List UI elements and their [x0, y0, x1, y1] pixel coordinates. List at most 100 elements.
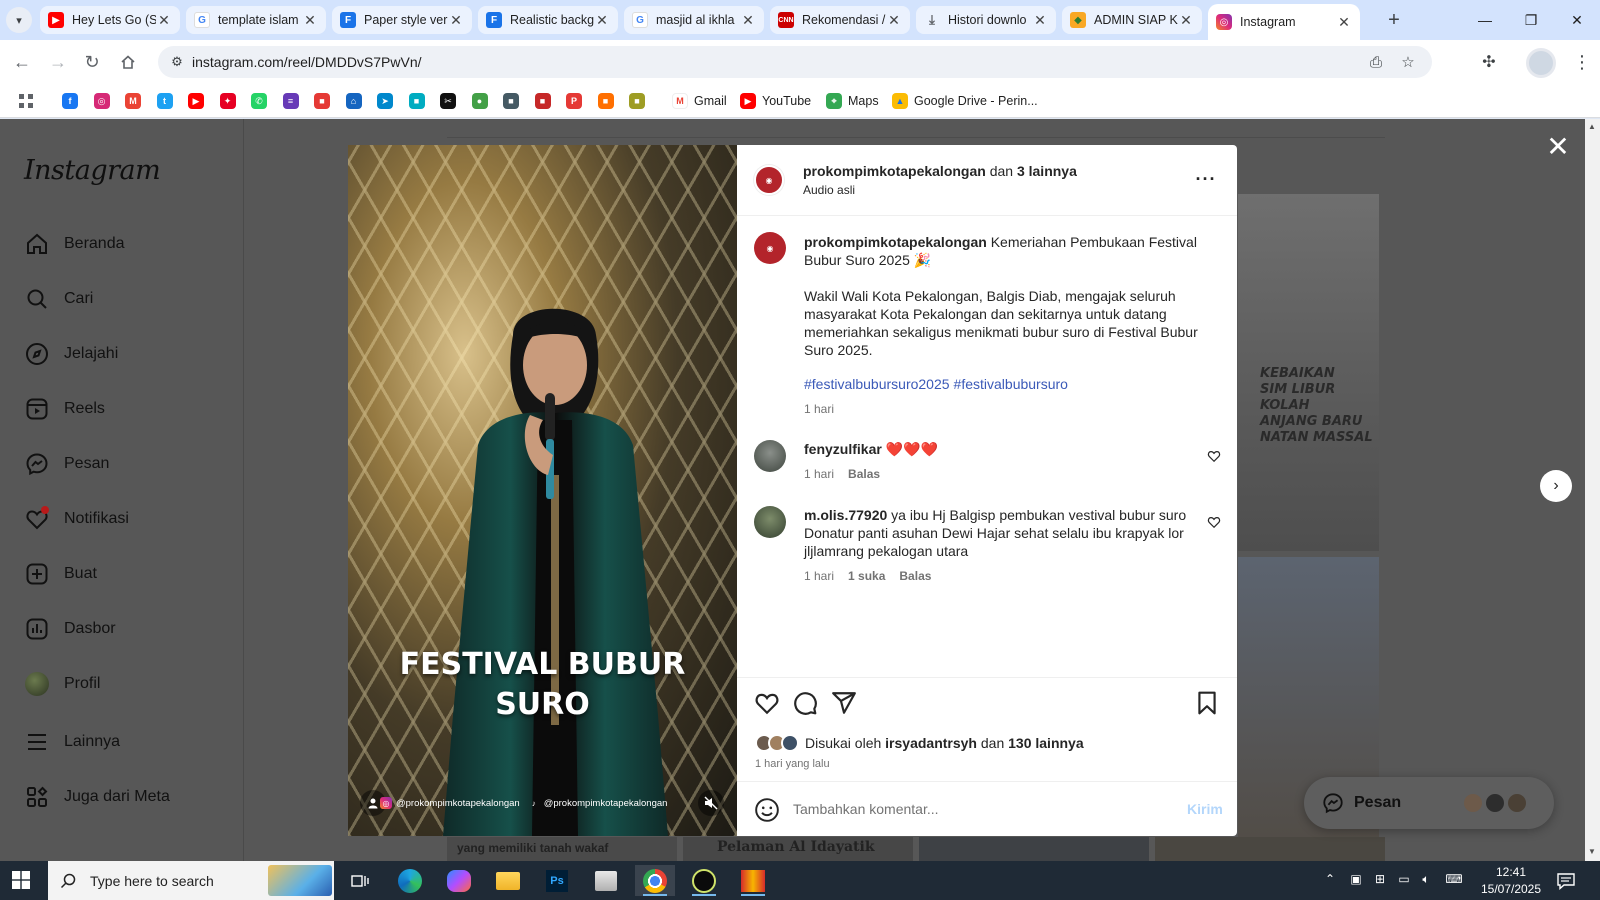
- search-highlight-image[interactable]: [268, 865, 332, 896]
- bookmark-twitter[interactable]: t: [156, 92, 173, 110]
- windows-start-icon[interactable]: [12, 871, 30, 889]
- taskbar-edge[interactable]: [390, 865, 430, 896]
- like-comment-icon[interactable]: [1207, 449, 1221, 463]
- tab-youtube[interactable]: ▶ Hey Lets Go (S ✕: [40, 6, 180, 34]
- comment-likes[interactable]: 1 suka: [848, 569, 885, 583]
- bookmark-youtube[interactable]: ▶ YouTube: [740, 92, 811, 110]
- bookmark-facebook[interactable]: f: [62, 92, 78, 110]
- bookmark-google-drive[interactable]: ▲ Google Drive - Perin...: [892, 92, 1038, 110]
- bookmark-maps[interactable]: ⌖ Maps: [826, 92, 879, 110]
- bookmark-star-icon[interactable]: ☆: [1398, 52, 1418, 72]
- close-icon[interactable]: ✕: [886, 12, 902, 29]
- bookmark-app[interactable]: ■: [408, 92, 425, 110]
- instagram-logo[interactable]: Instagram: [24, 155, 161, 186]
- caption-username[interactable]: prokompimkotapekalongan: [804, 234, 987, 250]
- keyboard-icon[interactable]: ⌨︎: [1442, 872, 1466, 886]
- close-icon[interactable]: ✕: [448, 12, 464, 29]
- tab-downloads[interactable]: ⤓ Histori downlo ✕: [916, 6, 1056, 34]
- taskbar-copilot[interactable]: [439, 865, 479, 896]
- comment-icon[interactable]: [792, 690, 818, 716]
- background-tile-3[interactable]: yang memiliki tanah wakaf: [447, 837, 677, 861]
- comment-username[interactable]: m.olis.77920: [804, 507, 887, 523]
- bookmark-bank[interactable]: ⌂: [345, 92, 362, 110]
- mute-button[interactable]: [698, 790, 724, 816]
- sidebar-item-pesan[interactable]: Pesan: [24, 450, 109, 478]
- reply-button[interactable]: Balas: [848, 467, 880, 481]
- tab-cnn[interactable]: CNN Rekomendasi / ✕: [770, 6, 910, 34]
- address-bar[interactable]: ⚙ instagram.com/reel/DMDDvS7PwVn/ ⎙ ☆: [158, 46, 1432, 78]
- site-info-icon[interactable]: ⚙: [168, 53, 186, 71]
- bookmark-app[interactable]: ■: [503, 92, 519, 110]
- comment-username[interactable]: fenyzulfikar: [804, 441, 882, 457]
- home-button[interactable]: [116, 50, 140, 74]
- network-icon[interactable]: ▭: [1396, 872, 1412, 886]
- taskbar-photoshop[interactable]: Ps: [537, 865, 577, 896]
- sidebar-item-notifikasi[interactable]: Notifikasi: [24, 505, 129, 533]
- tab-admin-siap[interactable]: ◆ ADMIN SIAP K ✕: [1062, 6, 1202, 34]
- sidebar-item-juga-dari-meta[interactable]: Juga dari Meta: [24, 783, 170, 811]
- tab-google-search[interactable]: G template islam ✕: [186, 6, 326, 34]
- task-view-button[interactable]: [340, 865, 380, 896]
- back-button[interactable]: ←: [10, 50, 34, 74]
- hashtag-link[interactable]: #festivalbubursuro2025: [804, 376, 950, 392]
- taskbar-search[interactable]: Type here to search: [48, 861, 334, 900]
- tray-app-icon[interactable]: ⊞: [1372, 872, 1388, 886]
- sidebar-item-lainnya[interactable]: Lainnya: [24, 728, 120, 756]
- bookmark-whatsapp[interactable]: ✆: [251, 92, 267, 110]
- close-icon[interactable]: ✕: [156, 12, 172, 29]
- notification-center-icon[interactable]: [1556, 871, 1576, 891]
- hashtag-link[interactable]: #festivalbubursuro: [954, 376, 1068, 392]
- close-icon[interactable]: ✕: [302, 12, 318, 29]
- install-app-icon[interactable]: ⎙: [1366, 52, 1386, 72]
- like-post-icon[interactable]: [754, 690, 780, 716]
- reload-button[interactable]: ↻: [80, 50, 104, 74]
- close-icon[interactable]: ✕: [1178, 12, 1194, 29]
- tab-docs-paper-style[interactable]: F Paper style ver ✕: [332, 6, 472, 34]
- bookmark-gmail[interactable]: M: [125, 92, 141, 110]
- sidebar-item-buat[interactable]: Buat: [24, 560, 97, 588]
- send-comment-button[interactable]: Kirim: [1187, 801, 1223, 817]
- save-post-icon[interactable]: [1194, 690, 1220, 716]
- bookmark-telegram[interactable]: ➤: [377, 92, 393, 110]
- close-icon[interactable]: ✕: [594, 12, 610, 29]
- sidebar-item-reels[interactable]: Reels: [24, 395, 105, 423]
- tab-google-masjid[interactable]: G masjid al ikhla ✕: [624, 6, 764, 34]
- bookmark-app[interactable]: ■: [629, 92, 645, 110]
- page-scrollbar[interactable]: ▲ ▼: [1585, 119, 1600, 861]
- comment-avatar[interactable]: [754, 506, 786, 538]
- volume-icon[interactable]: 🔈︎: [1418, 872, 1434, 887]
- bookmark-gmail[interactable]: M Gmail: [672, 92, 727, 110]
- apps-grid-icon[interactable]: [18, 92, 34, 110]
- background-tile-1[interactable]: KEBAIKAN SIM LIBUR KOLAH ANJANG BARU NAT…: [1238, 194, 1379, 551]
- bookmark-app[interactable]: ■: [597, 92, 614, 110]
- account-avatar[interactable]: ◉: [754, 165, 784, 195]
- restore-button[interactable]: ❐: [1508, 6, 1554, 34]
- taskbar-file-explorer[interactable]: [488, 865, 528, 896]
- extensions-icon[interactable]: ✣: [1478, 51, 1500, 73]
- caption-avatar[interactable]: ◉: [754, 232, 786, 264]
- scroll-up-icon[interactable]: ▲: [1588, 122, 1596, 131]
- tab-search-button[interactable]: ▾: [6, 7, 32, 33]
- taskbar-chrome[interactable]: [635, 865, 675, 896]
- audio-link[interactable]: Audio asli: [803, 183, 855, 197]
- taskbar-media-app[interactable]: [733, 865, 773, 896]
- liker-username[interactable]: irsyadantrsyh: [885, 735, 977, 751]
- bookmark-youtube[interactable]: ▶: [188, 92, 204, 110]
- tray-expand-icon[interactable]: ⌃: [1322, 872, 1338, 886]
- new-tab-button[interactable]: +: [1382, 8, 1406, 32]
- bookmark-app[interactable]: ■: [534, 92, 551, 110]
- close-icon[interactable]: ✕: [1032, 12, 1048, 29]
- more-options-icon[interactable]: ···: [1193, 167, 1219, 191]
- tab-instagram[interactable]: ◎ Instagram ✕: [1208, 4, 1360, 40]
- bookmark-chat[interactable]: ●: [471, 92, 488, 110]
- window-close-button[interactable]: ✕: [1554, 6, 1600, 34]
- bookmark-capcut[interactable]: ✂: [440, 92, 456, 110]
- add-comment-input[interactable]: [793, 798, 1163, 820]
- bookmark-forms[interactable]: ≡: [282, 92, 299, 110]
- likes-summary[interactable]: Disukai oleh irsyadantrsyh dan 130 lainn…: [755, 732, 1084, 754]
- sidebar-item-dasbor[interactable]: Dasbor: [24, 615, 116, 643]
- share-icon[interactable]: [831, 690, 857, 716]
- next-post-button[interactable]: ›: [1540, 470, 1572, 502]
- sidebar-item-jelajahi[interactable]: Jelajahi: [24, 340, 118, 368]
- coauthors-link[interactable]: 3 lainnya: [1017, 163, 1077, 179]
